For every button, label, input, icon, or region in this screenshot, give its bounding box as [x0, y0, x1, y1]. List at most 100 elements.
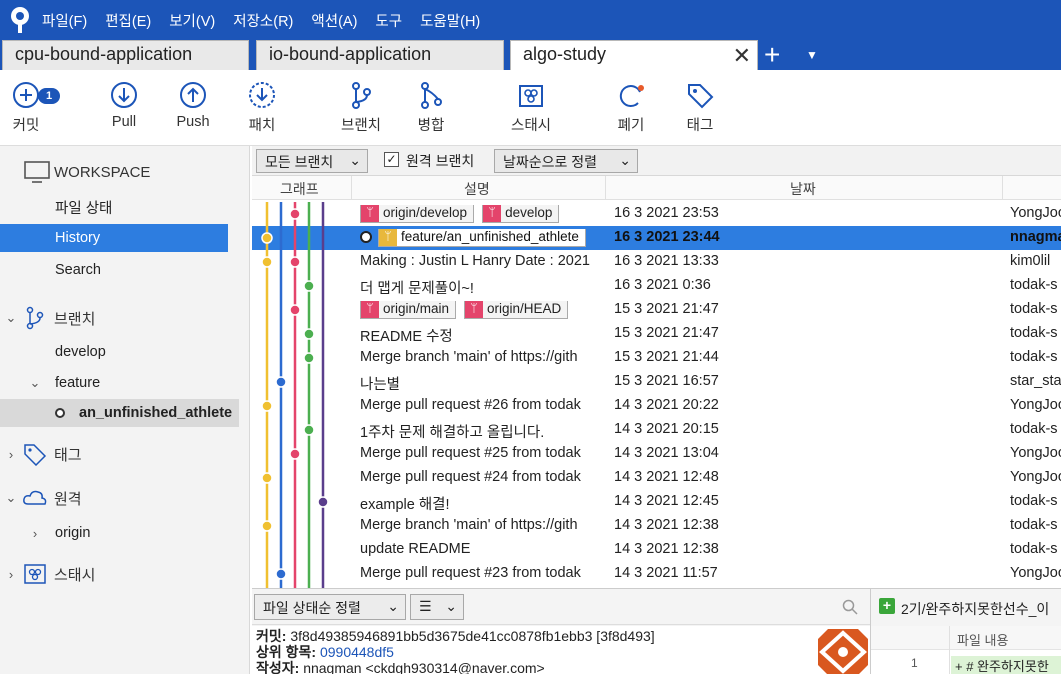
- menu-item[interactable]: 도구: [366, 10, 411, 31]
- discard-button[interactable]: 폐기: [612, 80, 650, 135]
- sidebar-item-file-status[interactable]: 파일 상태: [0, 193, 250, 221]
- commit-date: 16 3 2021 0:36: [614, 277, 711, 293]
- remote-branches-checkbox[interactable]: ✓: [384, 152, 399, 167]
- branch-button[interactable]: 브랜치: [336, 80, 386, 135]
- sidebar-item-feature[interactable]: ⌄ feature: [0, 369, 250, 397]
- ref-label[interactable]: ᛘ origin/main: [360, 301, 457, 319]
- commit-message: Merge pull request #23 from todak: [360, 565, 581, 581]
- commit-author: star_sta: [1010, 373, 1061, 389]
- sidebar-tags-header[interactable]: › 태그: [0, 440, 250, 468]
- column-divider[interactable]: [1002, 176, 1003, 200]
- commit-description: example 해결!: [360, 493, 600, 514]
- menu-item[interactable]: 도움말(H): [411, 10, 489, 31]
- parent-commit-link[interactable]: 0990448df5: [320, 644, 394, 660]
- commit-author: todak-s: [1010, 421, 1058, 437]
- tag-button[interactable]: 태그: [682, 80, 718, 135]
- chevron-right-icon[interactable]: ›: [0, 447, 22, 462]
- ref-label[interactable]: ᛘ develop: [482, 205, 560, 223]
- commit-row[interactable]: README 수정 15 3 2021 21:47 todak-s: [252, 322, 1061, 346]
- commit-row[interactable]: 나는별 15 3 2021 16:57 star_sta: [252, 370, 1061, 394]
- push-button[interactable]: Push: [172, 80, 214, 130]
- commit-message: 1주차 문제 해결하고 올립니다.: [360, 425, 545, 441]
- menu-item[interactable]: 파일(F): [40, 10, 96, 31]
- description-column-header[interactable]: 설명: [464, 179, 490, 199]
- ref-label[interactable]: ᛘ feature/an_unfinished_athlete: [378, 229, 586, 247]
- patch-button[interactable]: 패치: [244, 80, 280, 135]
- ref-label[interactable]: ᛘ origin/develop: [360, 205, 475, 223]
- commit-date: 16 3 2021 23:53: [614, 205, 719, 221]
- branch-icon: ᛘ: [483, 205, 502, 222]
- commit-row[interactable]: Merge branch 'main' of https://gith 15 3 …: [252, 346, 1061, 370]
- tab-io-bound-application[interactable]: io-bound-application: [256, 40, 504, 70]
- commit-row[interactable]: example 해결! 14 3 2021 12:45 todak-s: [252, 490, 1061, 514]
- tab-close-icon[interactable]: ✕: [733, 43, 751, 69]
- commit-row[interactable]: Merge branch 'main' of https://gith 14 3 …: [252, 514, 1061, 538]
- sidebar-item-label: History: [55, 230, 101, 246]
- sidebar-item-history[interactable]: History: [0, 224, 228, 252]
- pull-button[interactable]: Pull: [104, 80, 144, 130]
- head-indicator-icon: [360, 231, 372, 244]
- chevron-down-icon[interactable]: ⌄: [0, 490, 22, 506]
- menu-item[interactable]: 보기(V): [160, 10, 224, 31]
- column-divider[interactable]: [605, 176, 606, 200]
- view-mode-dropdown[interactable]: ☰ ⌄: [410, 594, 464, 620]
- commit-button[interactable]: 커밋 1: [8, 80, 60, 135]
- sort-dropdown[interactable]: 날짜순으로 정렬 ⌄: [494, 149, 638, 173]
- chevron-down-icon: ⌄: [349, 152, 361, 168]
- commit-list: ᛘ origin/develop ᛘ develop 16 3 2021 23:53 Yo…: [252, 202, 1061, 588]
- ref-label[interactable]: ᛘ origin/HEAD: [464, 301, 569, 319]
- commit-row[interactable]: 1주차 문제 해결하고 올립니다. 14 3 2021 20:15 todak-s: [252, 418, 1061, 442]
- stash-button[interactable]: 스태시: [506, 80, 556, 135]
- dropdown-label: 파일 상태순 정렬: [263, 600, 361, 616]
- commit-description: 1주차 문제 해결하고 올립니다.: [360, 421, 600, 442]
- commit-row[interactable]: Merge pull request #25 from todak 14 3 20…: [252, 442, 1061, 466]
- sidebar-branches-header[interactable]: ⌄ 브랜치: [0, 304, 250, 332]
- file-sort-dropdown[interactable]: 파일 상태순 정렬 ⌄: [254, 594, 406, 620]
- menu-item[interactable]: 편집(E): [96, 10, 160, 31]
- menu-items: 파일(F) 편집(E) 보기(V) 저장소(R) 액션(A) 도구 도움말(H): [40, 10, 489, 31]
- commit-author: YongJoo: [1010, 469, 1061, 485]
- sidebar-item-search[interactable]: Search: [0, 256, 250, 284]
- commit-row[interactable]: ᛘ origin/develop ᛘ develop 16 3 2021 23:53 Yo…: [252, 202, 1061, 226]
- chevron-right-icon[interactable]: ›: [24, 526, 46, 541]
- commit-row[interactable]: update README 14 3 2021 12:38 todak-s: [252, 538, 1061, 562]
- sidebar-stashes-header[interactable]: › 스태시: [0, 560, 250, 588]
- commit-row[interactable]: Making : Justin L Hanry Date : 2021 16 3 …: [252, 250, 1061, 274]
- tab-algo-study[interactable]: algo-study ✕: [510, 40, 758, 70]
- tab-dropdown-icon[interactable]: ▼: [806, 48, 818, 62]
- search-icon[interactable]: [842, 599, 858, 615]
- date-column-header[interactable]: 날짜: [790, 179, 816, 199]
- sidebar-item-an-unfinished-athlete[interactable]: an_unfinished_athlete: [0, 399, 239, 427]
- chevron-down-icon[interactable]: ⌄: [0, 310, 22, 326]
- new-tab-button[interactable]: +: [764, 40, 780, 70]
- commit-row[interactable]: Merge pull request #23 from todak 14 3 20…: [252, 562, 1061, 586]
- commit-row[interactable]: Merge pull request #24 from todak 14 3 20…: [252, 466, 1061, 490]
- chevron-right-icon[interactable]: ›: [0, 567, 22, 582]
- commit-row[interactable]: 더 맵게 문제풀이~! 16 3 2021 0:36 todak-s: [252, 274, 1061, 298]
- commit-message: 나는별: [360, 377, 401, 393]
- merge-button[interactable]: 병합: [412, 80, 450, 135]
- menu-item[interactable]: 저장소(R): [224, 10, 302, 31]
- graph-column-header[interactable]: 그래프: [280, 179, 319, 199]
- menu-item[interactable]: 액션(A): [302, 10, 366, 31]
- menu-bar: 파일(F) 편집(E) 보기(V) 저장소(R) 액션(A) 도구 도움말(H): [0, 0, 1061, 40]
- sidebar-remotes-header[interactable]: ⌄ 원격: [0, 484, 250, 512]
- branch-filter-dropdown[interactable]: 모든 브랜치 ⌄: [256, 149, 368, 173]
- commit-row[interactable]: ᛘ origin/main ᛘ origin/HEAD 15 3 2021 21:47 t…: [252, 298, 1061, 322]
- sidebar-item-develop[interactable]: develop: [0, 338, 250, 366]
- ref-name: origin/develop: [383, 205, 468, 220]
- tag-label: 태그: [686, 118, 714, 134]
- merge-icon: [421, 82, 442, 109]
- commit-description: Merge pull request #23 from todak: [360, 565, 600, 581]
- column-divider[interactable]: [351, 176, 352, 200]
- commit-row[interactable]: Merge pull request #26 from todak 14 3 20…: [252, 394, 1061, 418]
- commit-message: example 해결!: [360, 497, 450, 513]
- chevron-down-icon[interactable]: ⌄: [24, 375, 46, 391]
- tab-cpu-bound-application[interactable]: cpu-bound-application: [2, 40, 249, 70]
- commit-date: 15 3 2021 21:47: [614, 325, 719, 341]
- commit-author: YongJoo: [1010, 445, 1061, 461]
- dropdown-label: 모든 브랜치: [265, 154, 334, 170]
- commit-row[interactable]: ᛘ feature/an_unfinished_athlete 16 3 2021 …: [252, 226, 1061, 250]
- branches-label: 브랜치: [54, 310, 96, 328]
- sidebar-item-origin[interactable]: › origin: [0, 519, 250, 547]
